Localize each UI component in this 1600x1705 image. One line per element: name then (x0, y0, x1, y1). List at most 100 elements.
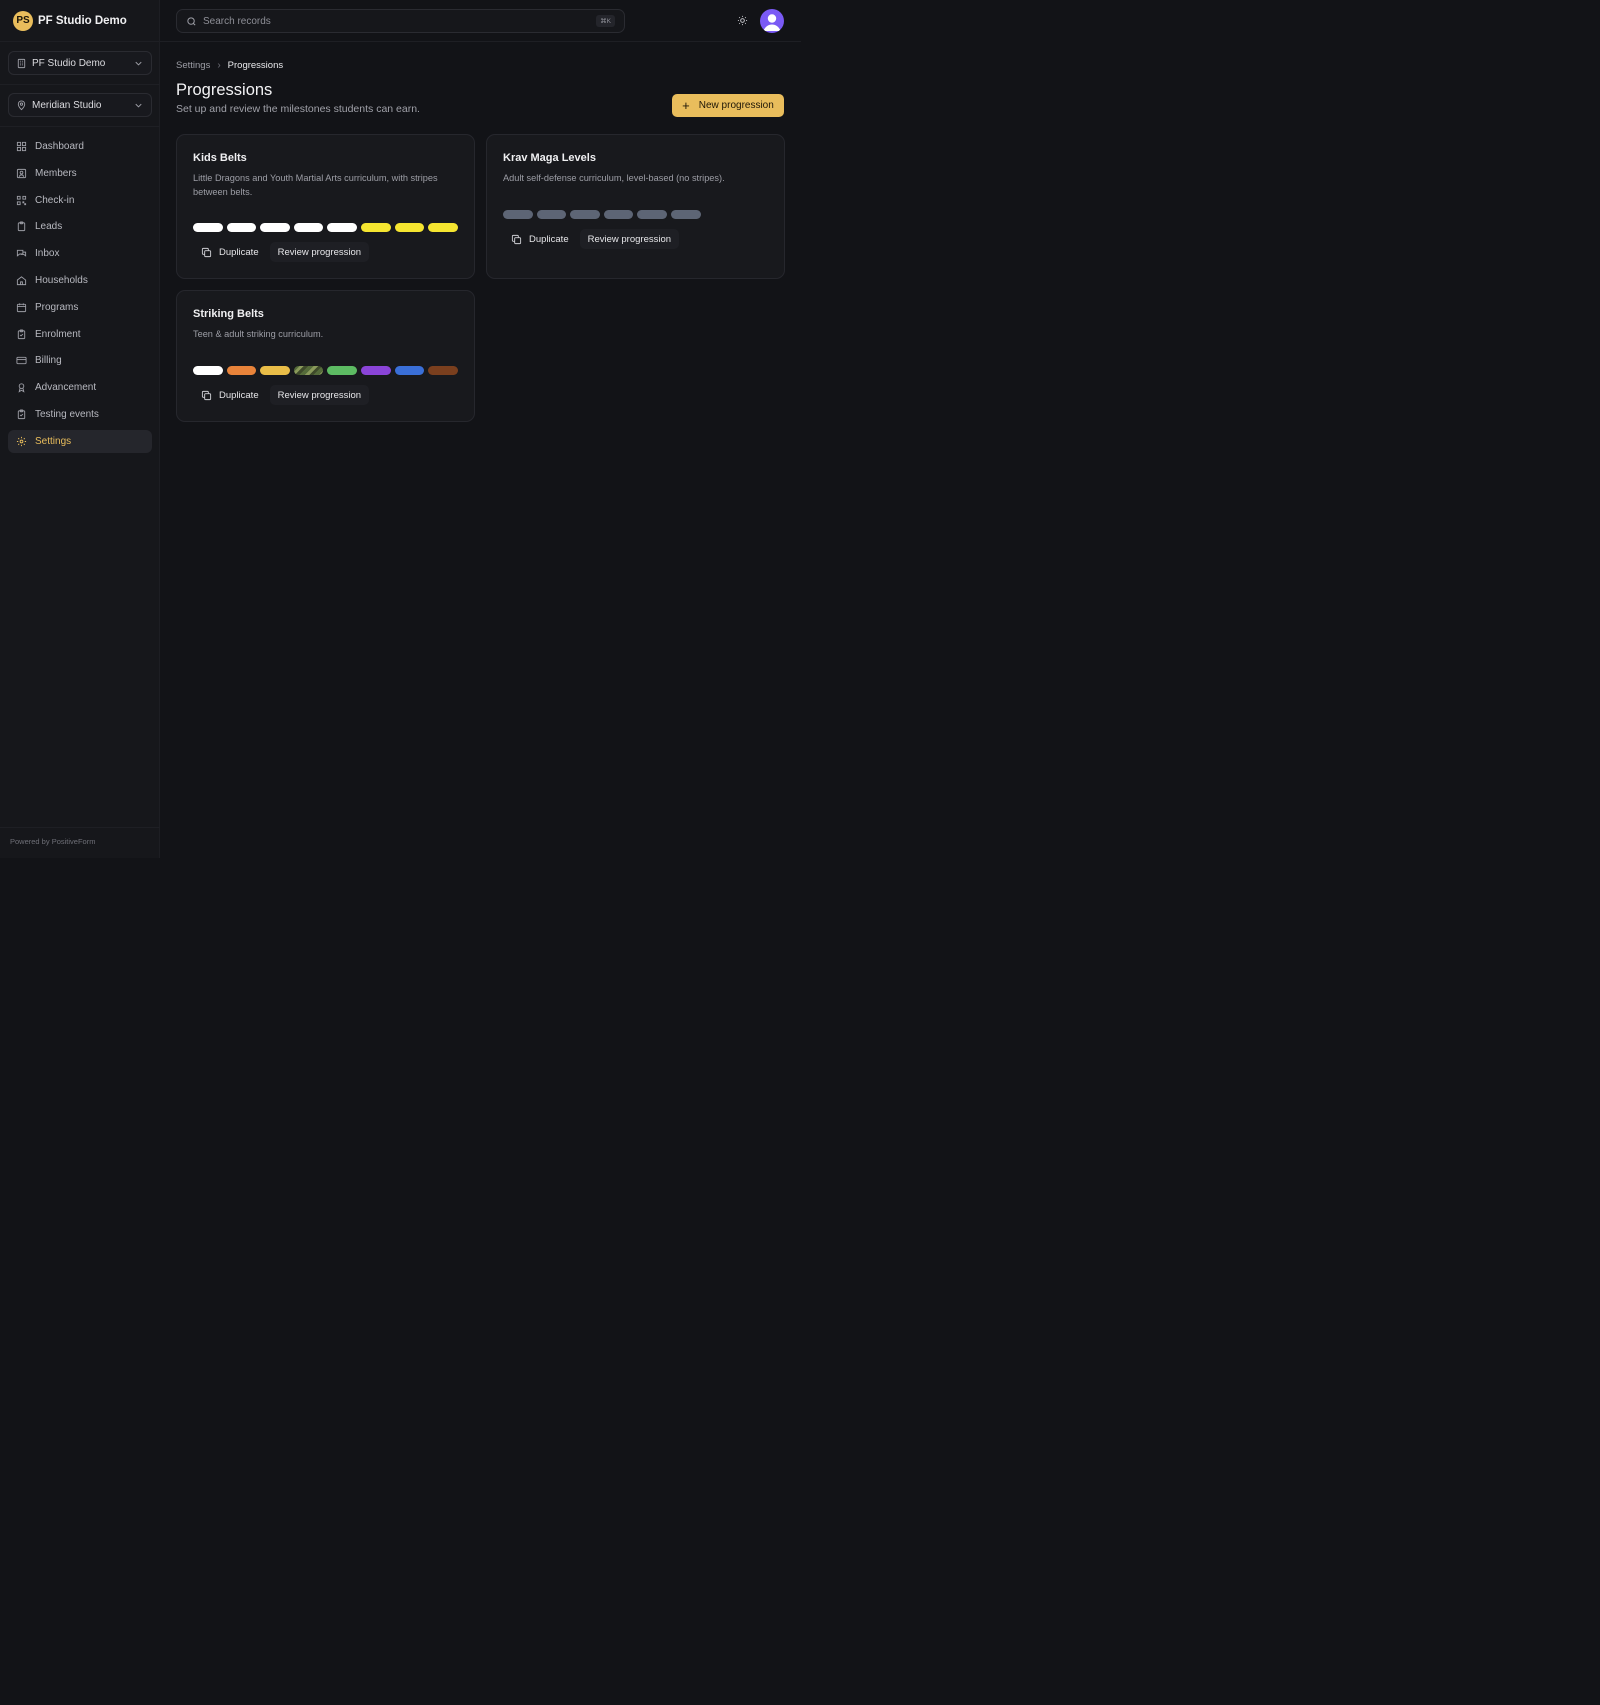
sidebar-item-label: Dashboard (35, 141, 84, 152)
sidebar-item-label: Leads (35, 221, 63, 233)
divider (0, 126, 160, 127)
theme-toggle-button[interactable] (734, 12, 751, 29)
belt-swatch (260, 223, 290, 232)
brand[interactable]: PS PF Studio Demo (0, 0, 159, 42)
sidebar-item-advancement[interactable]: Advancement (8, 376, 152, 399)
progression-card: Striking Belts Teen & adult striking cur… (176, 290, 475, 422)
sidebar-item-leads[interactable]: Leads (8, 215, 152, 238)
belt-swatch (360, 223, 391, 232)
belt-swatch (260, 366, 290, 375)
sidebar-item-label: Check-in (35, 194, 75, 206)
sidebar-item-label: Settings (35, 435, 72, 447)
calendar-icon (16, 303, 27, 312)
org-selector-label: PF Studio Demo (32, 57, 106, 69)
sidebar-item-label: Testing events (35, 408, 99, 420)
sidebar-item-dashboard[interactable]: Dashboard (8, 135, 152, 158)
review-progression-button[interactable]: Review progression (269, 242, 370, 262)
duplicate-button[interactable]: Duplicate (193, 242, 267, 262)
search-icon (187, 16, 196, 26)
divider (0, 84, 160, 85)
building-icon (17, 58, 26, 68)
location-selector-label: Meridian Studio (32, 99, 102, 111)
belt-swatch (293, 223, 324, 232)
belt-swatch (394, 366, 425, 375)
belt-swatch (428, 366, 458, 375)
sidebar-item-members[interactable]: Members (8, 162, 152, 185)
avatar[interactable] (760, 9, 784, 33)
search-input[interactable] (203, 15, 597, 27)
card-actions: Duplicate Review progression (193, 385, 370, 405)
belt-swatch (503, 210, 533, 219)
sidebar-item-households[interactable]: Households (8, 269, 152, 292)
award-icon (18, 383, 25, 393)
clipboard-check-icon (17, 329, 26, 339)
chevron-right-icon: › (217, 60, 221, 71)
shortcut-badge: ⌘K (596, 15, 615, 27)
duplicate-label: Duplicate (219, 246, 259, 258)
card-description: Teen & adult striking curriculum. (193, 329, 324, 339)
chat-icon (16, 250, 27, 257)
belt-swatch (603, 210, 634, 219)
card-icon (16, 357, 27, 365)
breadcrumb-current: Progressions (227, 60, 284, 71)
belt-swatch (327, 223, 357, 232)
breadcrumb-settings-link[interactable]: Settings (176, 60, 210, 71)
plus-icon: + (682, 98, 690, 113)
belt-swatch (327, 366, 357, 375)
sun-icon (737, 15, 748, 26)
search-box[interactable]: ⌘K (176, 9, 625, 33)
belt-swatch (293, 366, 324, 375)
members-icon (16, 168, 27, 178)
sidebar-item-label: Members (35, 167, 77, 179)
grid-icon (16, 141, 27, 152)
page-title: Progressions (176, 81, 273, 99)
belt-swatch (193, 223, 223, 232)
card-title: Krav Maga Levels (503, 152, 596, 164)
duplicate-button[interactable]: Duplicate (193, 385, 267, 405)
sidebar-item-settings[interactable]: Settings (8, 429, 152, 453)
duplicate-button[interactable]: Duplicate (503, 229, 577, 249)
card-actions: Duplicate Review progression (503, 229, 680, 249)
sidebar-item-inbox[interactable]: Inbox (8, 242, 152, 265)
location-selector[interactable]: Meridian Studio (8, 93, 152, 117)
card-description: Adult self-defense curriculum, level-bas… (503, 173, 725, 183)
org-selector[interactable]: PF Studio Demo (8, 51, 152, 75)
belt-swatch (226, 366, 257, 375)
sidebar-item-label: Advancement (35, 382, 97, 394)
brand-name: PF Studio Demo (38, 14, 127, 27)
sidebar-item-programs[interactable]: Programs (8, 296, 152, 319)
new-progression-button[interactable]: + New progression (672, 94, 784, 117)
sidebar-item-testing-events[interactable]: Testing events (8, 403, 152, 426)
belt-swatch (226, 223, 257, 232)
progression-card: Kids Belts Little Dragons and Youth Mart… (176, 134, 475, 279)
sidebar: PS PF Studio Demo PF Studio Demo Meridia… (0, 0, 160, 858)
belt-strip (193, 223, 458, 232)
user-avatar-icon (763, 14, 781, 31)
card-actions: Duplicate Review progression (193, 242, 370, 262)
card-description: Little Dragons and Youth Martial Arts cu… (193, 173, 438, 197)
review-progression-button[interactable]: Review progression (579, 229, 680, 249)
belt-strip (503, 210, 701, 219)
sidebar-item-billing[interactable]: Billing (8, 349, 152, 372)
sidebar-item-label: Programs (35, 301, 79, 313)
belt-swatch (670, 210, 701, 219)
belt-swatch (536, 210, 567, 219)
topbar: ⌘K (160, 0, 801, 42)
sidebar-item-check-in[interactable]: Check-in (8, 189, 152, 212)
gear-icon (16, 436, 27, 446)
sidebar-nav: Dashboard Members Check-in Leads Inbox H… (8, 135, 152, 457)
new-progression-label: New progression (698, 100, 774, 111)
belt-swatch (428, 223, 458, 232)
breadcrumb: Settings › Progressions (176, 60, 283, 71)
review-progression-button[interactable]: Review progression (269, 385, 370, 405)
sidebar-item-label: Inbox (35, 248, 60, 260)
sidebar-item-enrolment[interactable]: Enrolment (8, 323, 152, 346)
copy-icon (201, 390, 212, 400)
belt-swatch (193, 366, 223, 375)
brand-logo: PS (13, 10, 33, 31)
duplicate-label: Duplicate (529, 233, 569, 245)
belt-swatch (360, 366, 391, 375)
home-icon (16, 276, 27, 286)
page-subtitle: Set up and review the milestones student… (176, 103, 420, 115)
card-title: Striking Belts (193, 308, 264, 320)
